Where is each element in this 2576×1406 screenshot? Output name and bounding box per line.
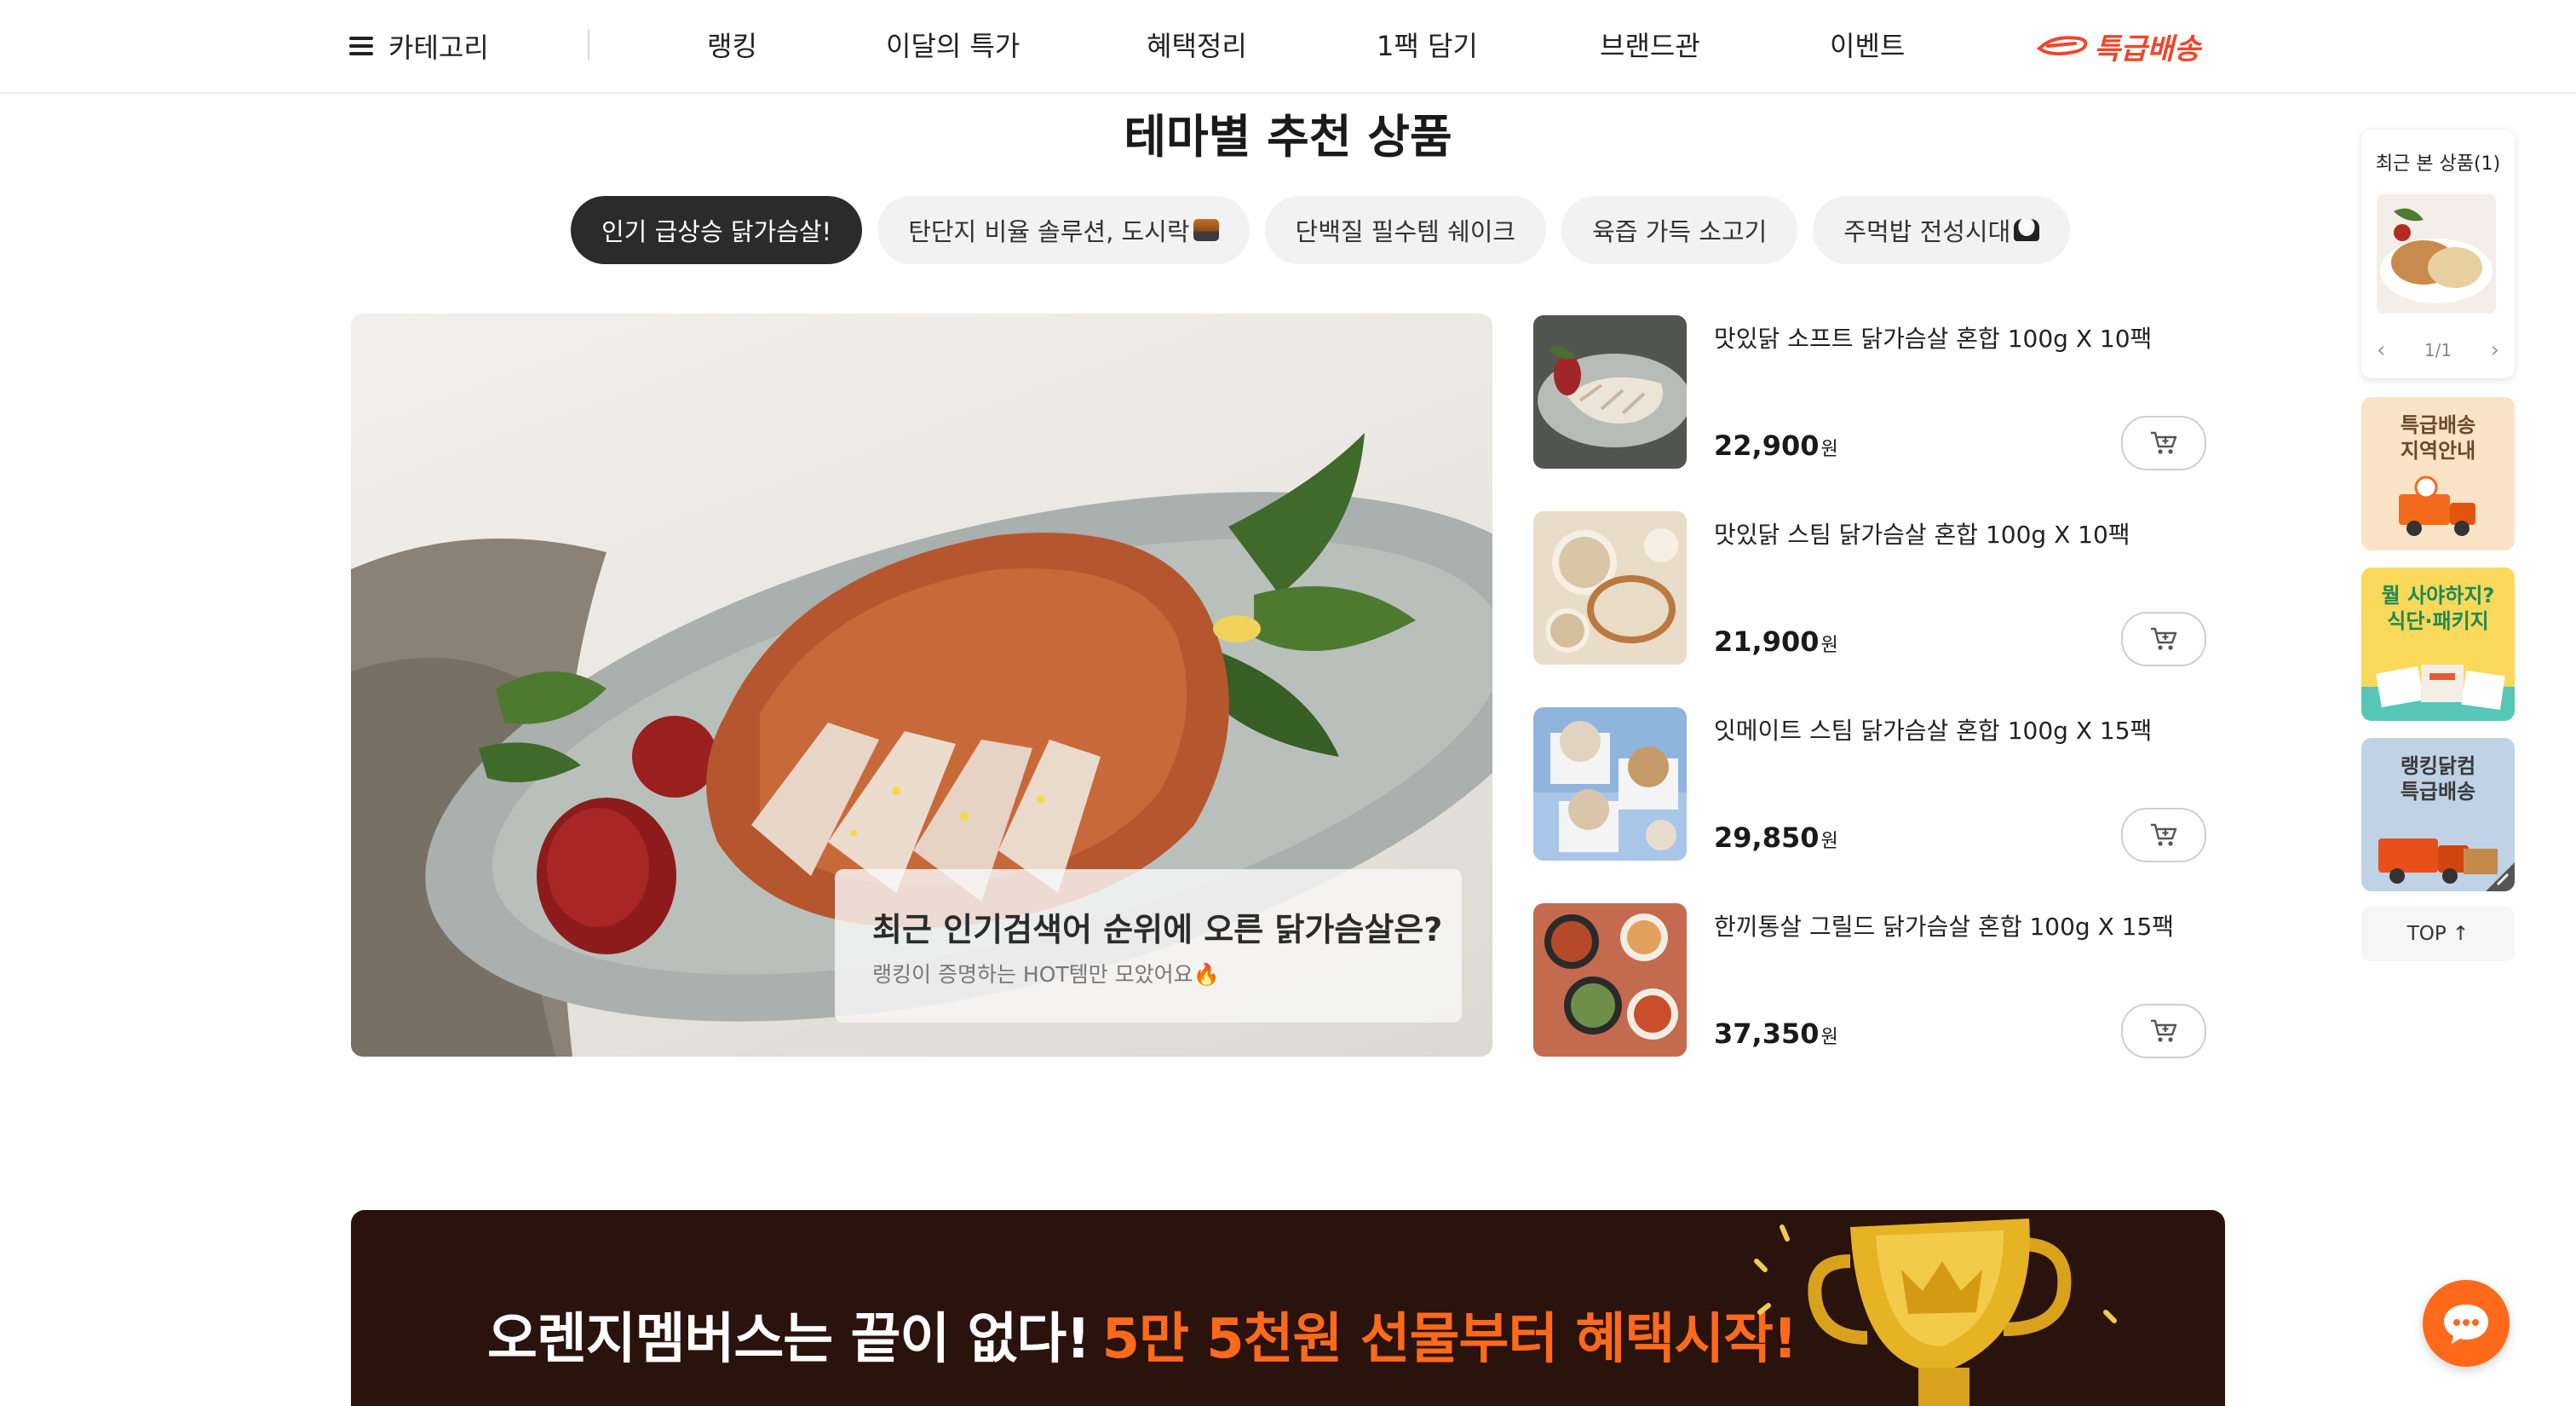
product-item[interactable]: 한끼통살 그릴드 닭가슴살 혼합 100g X 15팩 37,350원 xyxy=(1533,903,2206,1058)
tab-label: 육즙 가득 소고기 xyxy=(1592,217,1768,246)
product-item[interactable]: 맛있닭 스팀 닭가슴살 혼합 100g X 10팩 21,900원 xyxy=(1533,511,2206,666)
express-truck-icon xyxy=(2378,838,2515,891)
hero-caption-title: 최근 인기검색어 순위에 오른 닭가슴살은? xyxy=(872,911,1443,948)
add-to-cart-button[interactable] xyxy=(2121,612,2206,666)
tab-rice-ball[interactable]: 주먹밥 전성시대 xyxy=(1813,196,2071,264)
rail-card-line2: 식단·패키지 xyxy=(2387,609,2489,633)
recently-viewed-thumbnail[interactable] xyxy=(2377,194,2496,314)
tab-label: 탄단지 비율 솔루션, 도시락 xyxy=(908,217,1190,246)
product-item[interactable]: 맛있닭 소프트 닭가슴살 혼합 100g X 10팩 22,900원 xyxy=(1533,315,2206,470)
tab-protein-shake[interactable]: 단백질 필수템 쉐이크 xyxy=(1264,196,1547,264)
nav-item-one-pack[interactable]: 1팩 담기 xyxy=(1377,22,1478,70)
rail-card-line2: 지역안내 xyxy=(2400,439,2476,463)
tab-label: 단백질 필수템 쉐이크 xyxy=(1295,217,1516,246)
product-name[interactable]: 맛있닭 스팀 닭가슴살 혼합 100g X 10팩 xyxy=(1714,516,2130,550)
rice-ball-emoji-icon xyxy=(2014,219,2040,241)
banner-headline: 오렌지멤버스는 끝이 없다! 5만 5천원 선물부터 혜택시작! xyxy=(487,1295,1797,1374)
add-to-cart-button[interactable] xyxy=(2121,808,2206,862)
tab-popular-chicken-breast[interactable]: 인기 급상승 닭가슴살! xyxy=(571,196,863,264)
trophy-icon xyxy=(1754,1219,2117,1406)
cart-icon xyxy=(2151,823,2177,846)
price-currency: 원 xyxy=(1820,1027,1838,1048)
membership-promo-banner[interactable]: 오렌지멤버스는 끝이 없다! 5만 5천원 선물부터 혜택시작! xyxy=(351,1210,2225,1406)
top-navigation-bar: 카테고리 랭킹 이달의 특가 혜택정리 1팩 담기 브랜드관 이벤트 특급배송 xyxy=(0,0,2576,94)
recently-viewed-title: 최근 본 상품(1) xyxy=(2375,153,2501,175)
rail-card-line1: 뭘 사야하지? xyxy=(2381,584,2495,608)
express-delivery-link[interactable]: 특급배송 xyxy=(2036,24,2200,68)
banner-text-white: 오렌지멤버스는 끝이 없다! xyxy=(487,1308,1090,1371)
product-price: 22,900원 xyxy=(1714,429,1838,462)
product-price: 21,900원 xyxy=(1714,625,1838,658)
banner-text-orange: 5만 5천원 선물부터 혜택시작! xyxy=(1101,1308,1797,1371)
price-value: 21,900 xyxy=(1714,625,1820,658)
section-title: 테마별 추천 상품 xyxy=(1124,110,1452,164)
price-value: 37,350 xyxy=(1714,1017,1820,1050)
rail-card-text: 뭘 사야하지? 식단·패키지 xyxy=(2361,583,2515,634)
hero-caption-box: 최근 인기검색어 순위에 오른 닭가슴살은? 랭킹이 증명하는 HOT템만 모았… xyxy=(835,869,1462,1023)
category-menu-button[interactable]: 카테고리 xyxy=(349,22,489,70)
price-value: 29,850 xyxy=(1714,821,1820,854)
cart-icon xyxy=(2151,1019,2177,1042)
category-label: 카테고리 xyxy=(388,32,489,64)
express-delivery-logo-icon xyxy=(2036,36,2088,56)
price-currency: 원 xyxy=(1820,635,1838,656)
add-to-cart-button[interactable] xyxy=(2121,1004,2206,1058)
nav-item-brands[interactable]: 브랜드관 xyxy=(1600,22,1700,70)
bento-emoji-icon xyxy=(1193,219,1219,241)
cart-icon xyxy=(2151,431,2177,454)
express-delivery-label: 특급배송 xyxy=(2094,32,2201,66)
tab-lunchbox[interactable]: 탄단지 비율 솔루션, 도시락 xyxy=(877,196,1250,264)
theme-tabs: 인기 급상승 닭가슴살! 탄단지 비율 솔루션, 도시락 단백질 필수템 쉐이크… xyxy=(571,196,2071,264)
product-image[interactable] xyxy=(1533,511,1687,665)
product-price: 37,350원 xyxy=(1714,1017,1838,1050)
rail-card-line1: 랭킹닭컴 xyxy=(2400,754,2476,778)
hero-banner[interactable]: 최근 인기검색어 순위에 오른 닭가슴살은? 랭킹이 증명하는 HOT템만 모았… xyxy=(351,314,1492,1057)
recently-viewed-pager: ‹ 1/1 › xyxy=(2361,337,2515,363)
nav-item-events[interactable]: 이벤트 xyxy=(1830,22,1905,70)
rail-card-ranking-express[interactable]: 랭킹닭컴 특급배송 xyxy=(2361,738,2515,891)
cart-icon xyxy=(2151,627,2177,650)
recently-viewed-panel: 최근 본 상품(1) ‹ 1/1 › xyxy=(2361,130,2515,378)
tab-label: 인기 급상승 닭가슴살! xyxy=(601,217,832,246)
rail-card-text: 랭킹닭컴 특급배송 xyxy=(2361,753,2515,804)
rail-card-text: 특급배송 지역안내 xyxy=(2361,412,2515,464)
price-currency: 원 xyxy=(1820,831,1838,852)
hero-caption-subtitle: 랭킹이 증명하는 HOT템만 모았어요🔥 xyxy=(872,962,1220,987)
product-image[interactable] xyxy=(1533,707,1687,861)
price-value: 22,900 xyxy=(1714,429,1820,462)
price-currency: 원 xyxy=(1820,439,1838,460)
product-item[interactable]: 잇메이트 스팀 닭가슴살 혼합 100g X 15팩 29,850원 xyxy=(1533,707,2206,862)
rail-card-diet-package[interactable]: 뭘 사야하지? 식단·패키지 xyxy=(2361,568,2515,721)
chevron-right-icon[interactable]: › xyxy=(2491,337,2499,363)
add-to-cart-button[interactable] xyxy=(2121,416,2206,470)
pager-text: 1/1 xyxy=(2424,340,2452,360)
tab-beef[interactable]: 육즙 가득 소고기 xyxy=(1561,196,1798,264)
product-name[interactable]: 맛있닭 소프트 닭가슴살 혼합 100g X 10팩 xyxy=(1714,320,2152,354)
product-name[interactable]: 잇메이트 스팀 닭가슴살 혼합 100g X 15팩 xyxy=(1714,712,2152,746)
rail-card-line1: 특급배송 xyxy=(2400,413,2476,437)
chevron-left-icon[interactable]: ‹ xyxy=(2377,337,2385,363)
delivery-truck-icon xyxy=(2399,475,2475,536)
tab-label: 주먹밥 전성시대 xyxy=(1843,217,2011,246)
nav-item-ranking[interactable]: 랭킹 xyxy=(707,22,757,70)
product-name[interactable]: 한끼통살 그릴드 닭가슴살 혼합 100g X 15팩 xyxy=(1714,908,2174,942)
product-price: 29,850원 xyxy=(1714,821,1838,854)
package-boxes-icon xyxy=(2361,665,2515,721)
nav-divider xyxy=(588,29,589,60)
rail-card-line2: 특급배송 xyxy=(2400,780,2476,804)
nav-item-monthly-deals[interactable]: 이달의 특가 xyxy=(886,22,1020,70)
product-image[interactable] xyxy=(1533,903,1687,1057)
product-image[interactable] xyxy=(1533,315,1687,469)
chat-support-button[interactable] xyxy=(2423,1280,2510,1367)
nav-item-benefits[interactable]: 혜택정리 xyxy=(1147,22,1247,70)
scroll-to-top-button[interactable]: TOP ↑ xyxy=(2361,907,2515,961)
hamburger-menu-icon xyxy=(349,37,373,55)
chat-bubble-icon xyxy=(2444,1305,2488,1344)
rail-card-delivery-area[interactable]: 특급배송 지역안내 xyxy=(2361,397,2515,550)
